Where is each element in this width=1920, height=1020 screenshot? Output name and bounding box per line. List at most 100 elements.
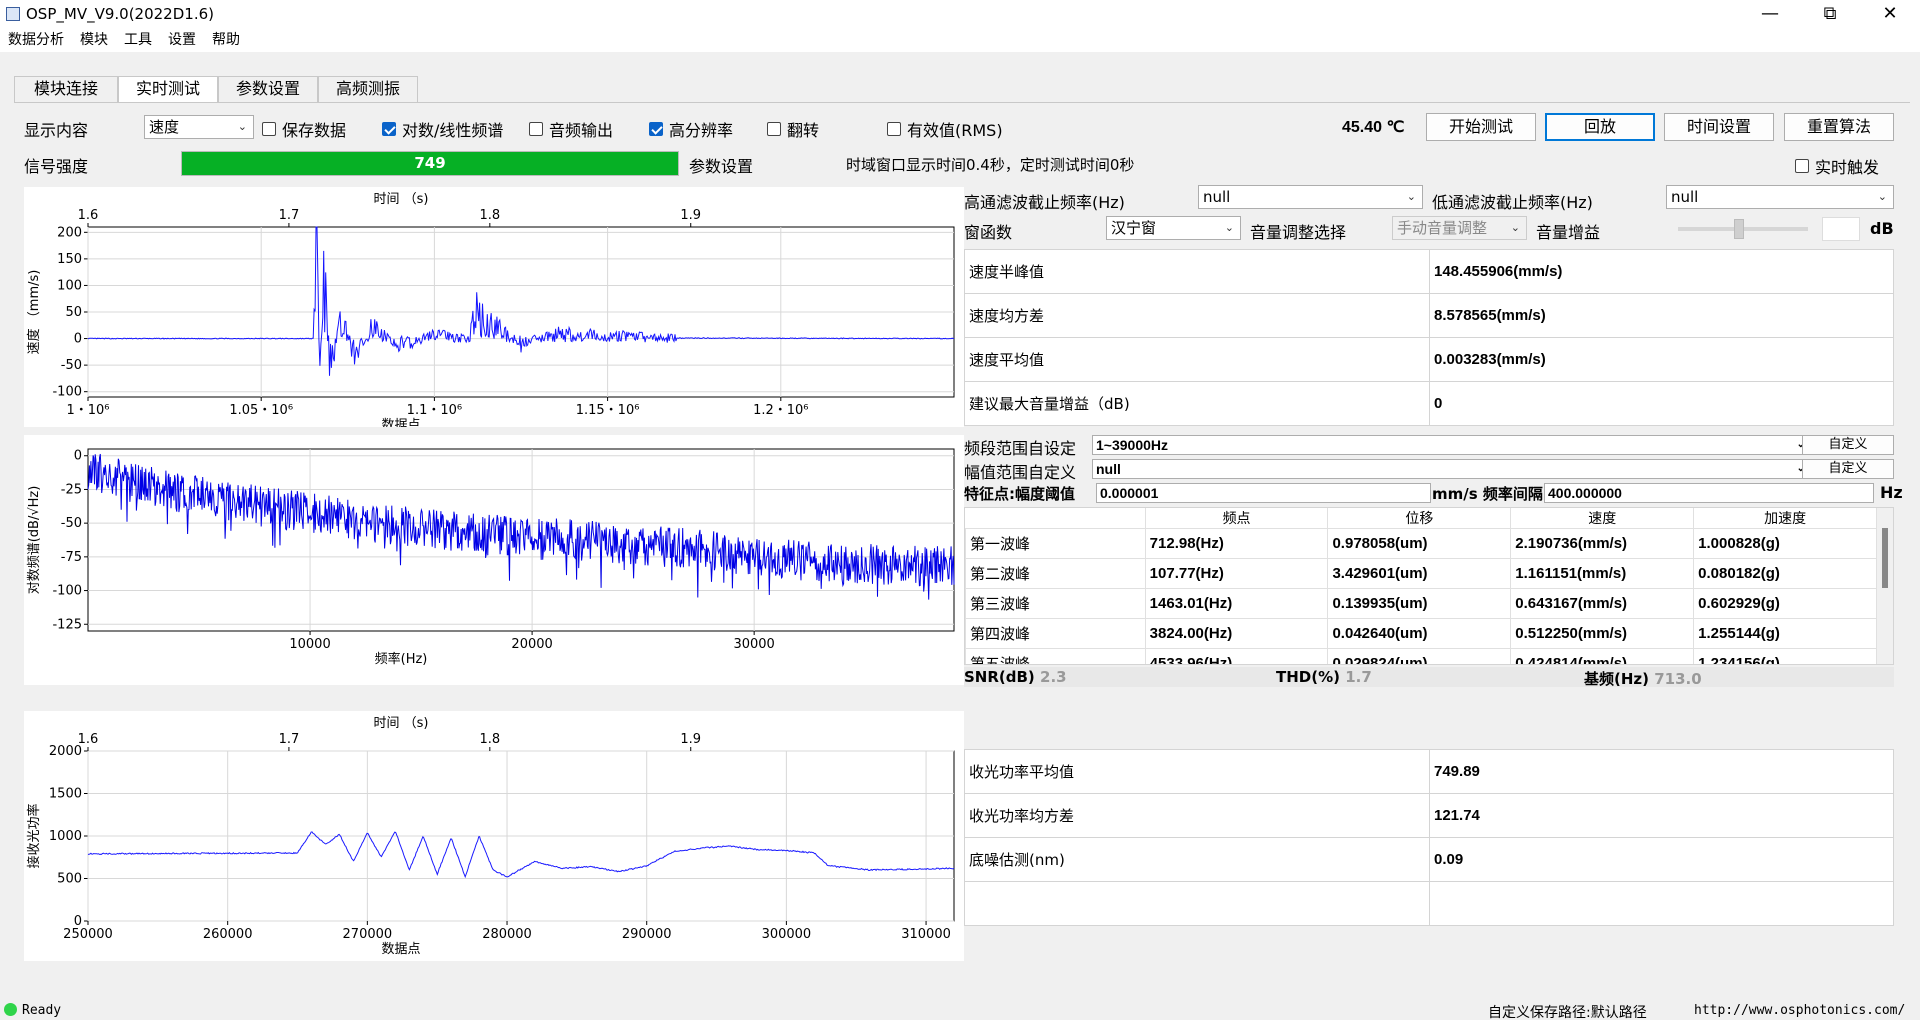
tab-hf-vibration[interactable]: 高频测振: [318, 76, 418, 102]
window-title: OSP_MV_V9.0(2022D1.6): [26, 5, 214, 23]
display-label: 显示内容: [24, 121, 89, 140]
realtime-panel: 显示内容 速度 ⌄ 保存数据 对数/线性频谱 音频输出 高分辨率 翻转 有效值(R…: [14, 102, 1910, 990]
peak-value: 3.429601(um): [1327, 558, 1512, 589]
signal-strength-value: 749: [414, 154, 446, 172]
close-button[interactable]: ✕: [1860, 0, 1920, 30]
realtime-trigger-checkbox[interactable]: 实时触发: [1795, 154, 1879, 178]
lp-filter-select[interactable]: null ⌄: [1666, 185, 1894, 209]
top-tick-label: 1.9: [680, 208, 701, 223]
y-tick-label: 1000: [49, 829, 82, 844]
time-settings-button[interactable]: 时间设置: [1664, 113, 1774, 141]
peak-label: 第二波峰: [965, 558, 1146, 589]
feature-threshold-label: 特征点:幅度阈值: [964, 485, 1075, 503]
menu-module[interactable]: 模块: [72, 30, 116, 50]
table-row: [964, 881, 1894, 926]
x-axis-title: 频率(Hz): [375, 651, 428, 667]
peaks-table[interactable]: 频点 位移 速度 加速度 第一波峰 712.98(Hz) 0.978058(um) 2.190…: [964, 507, 1894, 665]
maximize-button[interactable]: ⧉: [1800, 0, 1860, 30]
temperature-readout: 45.40 ℃: [1342, 119, 1405, 136]
website-link[interactable]: http://www.osphotonics.com/: [1694, 1003, 1905, 1018]
stat-key: 速度半峰值: [964, 249, 1430, 294]
tab-param-settings[interactable]: 参数设置: [218, 76, 318, 102]
tab-realtime-test[interactable]: 实时测试: [118, 76, 218, 103]
top-tick-label: 1.6: [78, 732, 99, 747]
gain-unit: dB: [1870, 219, 1894, 238]
peak-value: 0.424814(mm/s): [1510, 648, 1695, 664]
custom-band-button[interactable]: 自定义: [1802, 435, 1894, 455]
log-spectrum-label: 对数/线性频谱: [402, 121, 504, 140]
slider-handle[interactable]: [1734, 219, 1744, 239]
ready-status-icon: [4, 1003, 17, 1016]
threshold-input[interactable]: 0.000001: [1096, 483, 1431, 503]
menu-data-analysis[interactable]: 数据分析: [0, 30, 72, 50]
window-function-select[interactable]: 汉宁窗 ⌄: [1106, 216, 1241, 240]
band-range-select[interactable]: 1~39000Hz ⌄: [1092, 435, 1812, 455]
lp-filter-value: null: [1671, 188, 1699, 206]
y-tick-label: -25: [61, 482, 82, 497]
x-axis-title: 数据点: [381, 942, 420, 957]
volume-mode-select[interactable]: 手动音量调整 ⌄: [1392, 216, 1527, 240]
peak-value: 0.029824(um): [1327, 648, 1512, 664]
hp-filter-select[interactable]: null ⌄: [1198, 185, 1423, 209]
stat-value: 0.09: [1429, 837, 1894, 882]
velocity-chart[interactable]: 200 150 100 50 0 -50 -100 1・10⁶ 1.05・10⁶ 1.1・10⁶ 1…: [24, 187, 964, 433]
power-chart[interactable]: 2000 1500 1000 500 0 250000 260000 270000 280000…: [24, 711, 964, 961]
playback-button[interactable]: 回放: [1545, 113, 1655, 141]
table-row[interactable]: 第二波峰 107.77(Hz) 3.429601(um) 1.161151(mm/s)…: [965, 558, 1877, 589]
flip-checkbox[interactable]: 翻转: [767, 117, 819, 141]
amp-range-select[interactable]: null ⌄: [1092, 459, 1812, 479]
start-test-button[interactable]: 开始测试: [1426, 113, 1536, 141]
column-header: 加速度: [1693, 508, 1877, 529]
reset-algorithm-button[interactable]: 重置算法: [1784, 113, 1894, 141]
high-res-checkbox[interactable]: 高分辨率: [649, 117, 733, 141]
custom-amp-button[interactable]: 自定义: [1802, 459, 1894, 479]
peak-label: 第一波峰: [965, 528, 1146, 559]
table-row[interactable]: 第四波峰 3824.00(Hz) 0.042640(um) 0.512250(mm/s…: [965, 618, 1877, 649]
time-window-info: 时域窗口显示时间0.4秒，定时测试时间0秒: [846, 156, 1135, 174]
x-tick-label: 20000: [511, 637, 552, 652]
volume-gain-input[interactable]: [1822, 217, 1860, 241]
checkbox-icon: [529, 122, 543, 136]
y-tick-label: -75: [61, 550, 82, 565]
tab-module-connect[interactable]: 模块连接: [14, 76, 118, 102]
scroll-thumb[interactable]: [1882, 528, 1888, 588]
top-tick-label: 1.7: [279, 208, 300, 223]
x-tick-label: 310000: [901, 927, 951, 942]
table-header-row: 频点 位移 速度 加速度: [965, 508, 1877, 529]
y-tick-label: 150: [57, 252, 82, 267]
y-tick-label: 0: [74, 332, 82, 347]
high-res-label: 高分辨率: [669, 121, 734, 140]
spectrum-chart[interactable]: 0 -25 -50 -75 -100 -125 10000 20000 30000 频率(Hz) 对…: [24, 435, 964, 685]
y-tick-label: -100: [52, 385, 82, 400]
status-bar: Ready 自定义保存路径:默认路径 http://www.osphotonic…: [0, 1000, 1920, 1020]
menu-settings[interactable]: 设置: [160, 30, 204, 50]
peaks-scrollbar[interactable]: [1877, 508, 1893, 664]
display-select[interactable]: 速度 ⌄: [144, 115, 254, 139]
y-axis-title: 速度 （mm/s): [26, 270, 42, 355]
peak-value: 2.190736(mm/s): [1510, 528, 1695, 559]
realtime-trigger-label: 实时触发: [1815, 158, 1880, 177]
rms-checkbox[interactable]: 有效值(RMS): [887, 117, 1003, 141]
stat-key: 收光功率平均值: [964, 749, 1430, 794]
table-row[interactable]: 第五波峰 4533.96(Hz) 0.029824(um) 0.424814(mm/s…: [965, 648, 1877, 664]
menu-tools[interactable]: 工具: [116, 30, 160, 50]
minimize-button[interactable]: —: [1740, 0, 1800, 30]
x-tick-label: 1・10⁶: [66, 403, 109, 418]
peak-value: 1.000828(g): [1693, 528, 1877, 559]
y-tick-label: 200: [57, 225, 82, 240]
interval-input[interactable]: 400.000000: [1544, 483, 1874, 503]
save-data-checkbox[interactable]: 保存数据: [262, 117, 346, 141]
stat-value: [1429, 881, 1894, 926]
table-row: 底噪估测(nm) 0.09: [964, 837, 1894, 882]
stat-value: 749.89: [1429, 749, 1894, 794]
audio-out-checkbox[interactable]: 音频输出: [529, 117, 613, 141]
column-header: 频点: [1145, 508, 1329, 529]
table-row[interactable]: 第一波峰 712.98(Hz) 0.978058(um) 2.190736(mm/s)…: [965, 528, 1877, 559]
stat-key: 建议最大音量增益（dB): [964, 381, 1430, 426]
menu-help[interactable]: 帮助: [204, 30, 248, 50]
table-row[interactable]: 第三波峰 1463.01(Hz) 0.139935(um) 0.643167(mm/s…: [965, 588, 1877, 619]
x-tick-label: 250000: [63, 927, 113, 942]
quality-bar: [964, 667, 1894, 687]
log-spectrum-checkbox[interactable]: 对数/线性频谱: [382, 117, 503, 141]
f0-display: 基频(Hz) 713.0: [1584, 668, 1702, 689]
